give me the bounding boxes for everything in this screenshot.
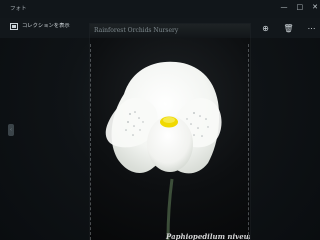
- window-controls: — □ ✕: [281, 4, 319, 11]
- more-icon[interactable]: ⋯: [306, 23, 317, 34]
- collection-button[interactable]: コレクションを表示: [10, 23, 70, 30]
- collection-icon: [10, 23, 18, 30]
- close-button[interactable]: ✕: [312, 4, 318, 11]
- minimize-button[interactable]: —: [281, 4, 288, 11]
- orchid-stem: [166, 178, 174, 240]
- image-caption: Paphiopedilum niveum: [166, 232, 250, 240]
- zoom-icon[interactable]: ⊕: [260, 23, 271, 34]
- title-bar: フォト — □ ✕: [0, 0, 320, 18]
- previous-nav-handle[interactable]: ‹: [8, 124, 14, 136]
- orchid-image: [105, 61, 222, 240]
- photo-viewer-screen: フォト — □ ✕ コレクションを表示 ⟳ ▭ ✎ ⊕ 🗑 ⋯ ‹ Rainfo…: [0, 0, 320, 240]
- delete-icon[interactable]: 🗑: [283, 23, 294, 34]
- orchid-column-highlight: [163, 117, 175, 123]
- app-title: フォト: [10, 6, 27, 12]
- maximize-button[interactable]: □: [297, 4, 304, 11]
- image-viewer: Rainforest Orchids Nursery Paphiopedilum…: [90, 24, 250, 240]
- collection-label: コレクションを表示: [22, 22, 70, 29]
